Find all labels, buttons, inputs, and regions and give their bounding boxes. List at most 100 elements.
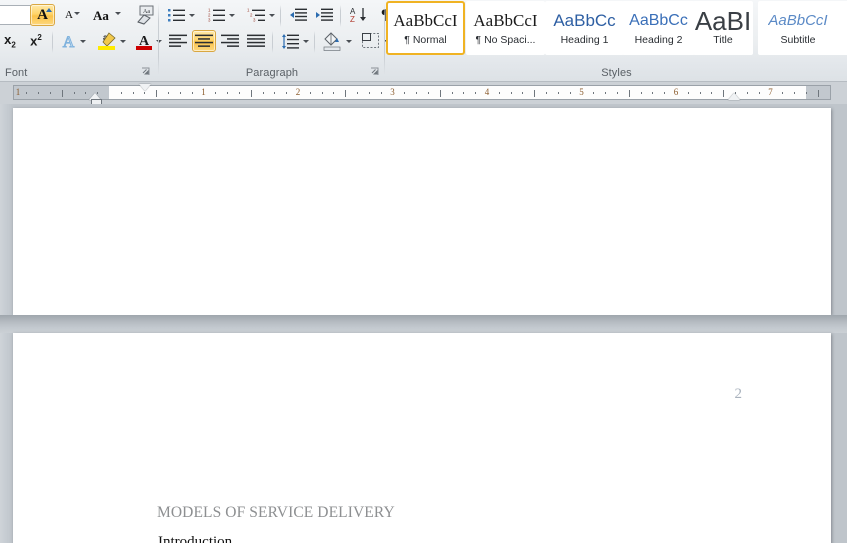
document-canvas[interactable]: 2 MODELS OF SERVICE DELIVERY Introductio…	[0, 104, 847, 543]
subscript-icon: x2	[4, 32, 16, 50]
shading-paint-bucket-icon	[323, 31, 341, 51]
ruler-tick	[168, 92, 170, 94]
horizontal-ruler[interactable]: 1 2 3 4 5 6 7 1	[13, 85, 831, 100]
multilevel-list-caret-icon[interactable]	[269, 11, 276, 18]
superscript-button[interactable]: x2	[24, 30, 48, 52]
svg-text:Z: Z	[350, 15, 355, 23]
style-item-sub[interactable]: AaSub	[834, 1, 847, 55]
svg-text:A: A	[62, 34, 74, 50]
change-case-icon: Aa	[93, 7, 109, 23]
ruler-tick	[404, 92, 406, 94]
first-line-indent-marker[interactable]	[139, 84, 151, 91]
numbered-list-button[interactable]: 1 2 3	[204, 4, 228, 26]
align-right-icon	[221, 34, 239, 47]
multilevel-list-icon: 1 2 3	[247, 8, 265, 22]
ruler-tick	[427, 92, 429, 94]
align-justify-icon	[247, 34, 265, 47]
clear-formatting-button[interactable]: Aa	[133, 3, 159, 27]
line-spacing-caret-icon[interactable]	[303, 37, 310, 44]
ruler-tick	[179, 92, 181, 94]
ruler-number: 2	[295, 87, 301, 97]
shading-button[interactable]	[320, 30, 344, 52]
style-name: Heading 2	[634, 34, 683, 46]
paragraph-group-label: Paragraph	[245, 67, 299, 79]
bulleted-list-button[interactable]	[164, 4, 188, 26]
text-effects-button[interactable]: A	[56, 30, 80, 52]
document-page-previous[interactable]	[13, 108, 831, 315]
ruler-tick	[120, 92, 122, 94]
line-spacing-icon	[282, 33, 299, 49]
style-name: Title	[713, 34, 733, 46]
align-center-icon	[195, 34, 213, 47]
numbered-list-icon: 1 2 3	[208, 8, 225, 22]
ruler-tick	[711, 92, 713, 94]
ruler-tick	[805, 92, 807, 94]
ribbon-group-paragraph: 1 2 3 1 2 3 A Z Paragraph	[160, 0, 390, 82]
ruler-tick	[640, 92, 642, 94]
bulleted-list-caret-icon[interactable]	[189, 11, 196, 18]
ruler-tick	[746, 92, 748, 94]
group-divider-2	[384, 3, 385, 75]
style-item-subtitle[interactable]: AaBbCcI Subtitle	[758, 1, 838, 55]
highlight-caret-icon[interactable]	[120, 37, 127, 44]
text-effects-caret-icon[interactable]	[80, 37, 87, 44]
ribbon-group-styles: AaBbCcI ¶ Normal AaBbCcI ¶ No Spaci... AaBbC…	[386, 0, 847, 82]
change-case-caret-icon[interactable]	[115, 9, 122, 16]
ruler-tick	[416, 92, 418, 94]
ruler-tick	[333, 92, 335, 94]
svg-text:3: 3	[253, 18, 256, 22]
ruler-tick	[687, 92, 689, 94]
align-left-button[interactable]	[166, 30, 190, 52]
font-dialog-launcher[interactable]	[141, 67, 152, 78]
paragraph-dialog-launcher[interactable]	[370, 67, 381, 78]
ruler-tick	[794, 92, 796, 94]
line-spacing-button[interactable]	[278, 30, 302, 52]
superscript-icon: x2	[30, 33, 42, 49]
styles-gallery[interactable]: AaBbCcI ¶ Normal AaBbCcI ¶ No Spaci... AaBbC…	[386, 1, 847, 59]
align-right-button[interactable]	[218, 30, 242, 52]
style-name: ¶ Normal	[404, 34, 447, 46]
ruler-tick	[498, 92, 500, 94]
shrink-font-caret-icon[interactable]	[74, 9, 81, 16]
ruler-number: 1	[201, 87, 206, 97]
style-item-title[interactable]: AaBІ Title	[693, 1, 753, 55]
sort-button[interactable]: A Z	[346, 4, 370, 26]
style-item-heading-2[interactable]: AaBbCc Heading 2	[622, 1, 695, 55]
increase-indent-icon	[316, 8, 333, 21]
multilevel-list-button[interactable]: 1 2 3	[244, 4, 268, 26]
increase-indent-button[interactable]	[312, 4, 336, 26]
borders-button[interactable]	[358, 30, 382, 52]
style-preview: AaBbCcI	[393, 11, 458, 30]
ruler-tick	[782, 92, 784, 94]
paragraph-row-divider-3	[272, 31, 273, 53]
ruler-tick	[593, 92, 595, 94]
font-color-button[interactable]: A	[132, 30, 156, 52]
style-item-normal[interactable]: AaBbCcI ¶ Normal	[386, 1, 465, 55]
decrease-indent-button[interactable]	[286, 4, 310, 26]
style-item-no-spaci[interactable]: AaBbCcI ¶ No Spaci...	[466, 1, 545, 55]
right-indent-marker[interactable]	[728, 93, 740, 100]
ruler-tick	[758, 92, 760, 94]
ruler-tick	[85, 92, 87, 94]
document-page-current[interactable]: 2 MODELS OF SERVICE DELIVERY Introductio…	[13, 333, 831, 543]
ruler-tick	[451, 92, 453, 94]
page-break-gap	[0, 315, 847, 333]
grow-font-arrow-icon	[46, 8, 52, 12]
ruler-tick	[156, 90, 158, 97]
dialog-launcher-icon	[142, 67, 150, 75]
numbered-list-caret-icon[interactable]	[229, 11, 236, 18]
change-case-button[interactable]: Aa	[88, 4, 114, 26]
grow-font-button[interactable]: A	[30, 4, 55, 26]
text-highlight-button[interactable]: ab	[94, 30, 120, 52]
align-justify-button[interactable]	[244, 30, 268, 52]
subscript-button[interactable]: x2	[0, 30, 22, 52]
ruler-tick	[38, 92, 40, 94]
highlight-icon: ab	[98, 32, 116, 50]
shading-caret-icon[interactable]	[346, 37, 353, 44]
align-center-button[interactable]	[192, 30, 216, 52]
style-item-heading-1[interactable]: AaBbCс Heading 1	[545, 1, 624, 55]
ruler-number: 6	[673, 87, 679, 97]
document-title-heading: MODELS OF SERVICE DELIVERY	[157, 504, 395, 521]
clear-formatting-icon: Aa	[137, 5, 154, 25]
svg-text:3: 3	[208, 18, 211, 22]
